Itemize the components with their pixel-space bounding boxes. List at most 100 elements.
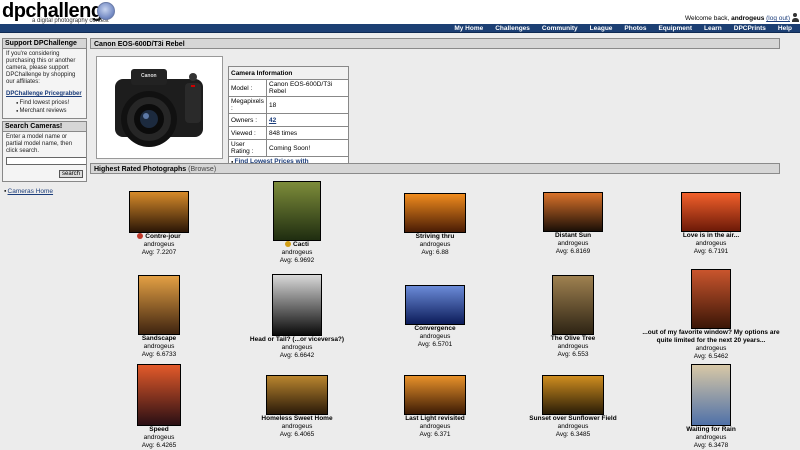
photo-tile: Distant Sun androgeus Avg: 6.8169	[504, 192, 642, 256]
photo-author: androgeus	[143, 434, 175, 441]
photo-avg-score: Avg: 6.3485	[555, 431, 591, 438]
nav-learn[interactable]: Learn	[704, 24, 722, 33]
camera-search-input[interactable]	[6, 157, 86, 166]
welcome-message: Welcome back, androgeus (log out)	[685, 15, 790, 22]
photo-thumbnail[interactable]	[404, 193, 466, 233]
photo-tile: Homeless Sweet Home androgeus Avg: 6.4065	[228, 375, 366, 439]
nav-help[interactable]: Help	[778, 24, 792, 33]
photo-thumbnail[interactable]	[681, 192, 741, 232]
photo-author: androgeus	[281, 344, 313, 351]
photo-title[interactable]: Convergence	[366, 325, 504, 333]
photo-title[interactable]: Last Light revisited	[366, 415, 504, 423]
photo-thumbnail[interactable]	[405, 285, 465, 325]
nav-dpcprints[interactable]: DPCPrints	[734, 24, 766, 33]
photo-title-text: Contre-jour	[145, 233, 181, 240]
logo-seal-icon	[97, 2, 115, 20]
nav-my-home[interactable]: My Home	[454, 24, 483, 33]
photo-thumbnail[interactable]	[404, 375, 466, 415]
info-row: Owners : 42	[228, 113, 349, 127]
info-value: Canon EOS-600D/T3i Rebel	[266, 79, 349, 97]
photo-title[interactable]: Speed	[90, 426, 228, 434]
photo-title-text: Cacti	[293, 241, 309, 248]
info-row: Viewed : 848 times	[228, 126, 349, 140]
photo-thumbnail[interactable]	[543, 192, 603, 232]
photo-title-text: Love is in the air...	[682, 232, 740, 239]
nav-league[interactable]: League	[590, 24, 613, 33]
photo-title-text: Speed	[149, 426, 169, 433]
photo-thumbnail[interactable]	[266, 375, 328, 415]
photo-title[interactable]: The Olive Tree	[504, 335, 642, 343]
gallery-title-bar: Highest Rated Photographs (Browse)	[90, 163, 780, 174]
photo-avg-score: Avg: 6.6642	[279, 352, 315, 359]
sidebar: Support DPChallenge If you're considerin…	[0, 38, 88, 450]
info-value: Coming Soon!	[266, 139, 349, 157]
photo-tile: The Olive Tree androgeus Avg: 6.553	[504, 275, 642, 359]
camera-info-header: Camera Information	[228, 66, 349, 80]
photo-title[interactable]: Contre-jour	[90, 233, 228, 241]
pricegrabber-link[interactable]: DPChallenge Pricegrabber	[6, 91, 83, 98]
photo-title[interactable]: Striving thru	[366, 233, 504, 241]
photo-author: androgeus	[281, 249, 313, 256]
photo-avg-score: Avg: 6.5462	[693, 353, 729, 360]
photo-title[interactable]: Head or Tail? (...or viceversa?)	[228, 336, 366, 344]
photo-thumbnail[interactable]	[691, 364, 731, 426]
photo-title-text: Homeless Sweet Home	[261, 415, 333, 422]
photo-author: androgeus	[695, 434, 727, 441]
photo-title[interactable]: Homeless Sweet Home	[228, 415, 366, 423]
welcome-prefix: Welcome back,	[684, 15, 730, 22]
camera-title-bar: Canon EOS-600D/T3i Rebel	[90, 38, 780, 49]
nav-community[interactable]: Community	[542, 24, 578, 33]
photo-avg-score: Avg: 6.7191	[693, 248, 729, 255]
nav-equipment[interactable]: Equipment	[658, 24, 692, 33]
photo-thumbnail[interactable]	[273, 181, 321, 241]
photo-thumbnail[interactable]	[137, 364, 181, 426]
info-value: 18	[266, 96, 349, 114]
photo-thumbnail[interactable]	[272, 274, 322, 336]
photo-author: androgeus	[695, 345, 727, 352]
info-label: User Rating :	[228, 139, 267, 157]
photo-tile: Cacti androgeus Avg: 6.9692	[228, 181, 366, 265]
site-header: dpchallenge a digital photography contes…	[0, 0, 800, 24]
nav-challenges[interactable]: Challenges	[495, 24, 530, 33]
photo-avg-score: Avg: 6.4065	[279, 431, 315, 438]
photo-thumbnail[interactable]	[129, 191, 189, 233]
photo-title-text: Head or Tail? (...or viceversa?)	[249, 336, 345, 343]
photo-title[interactable]: Waiting for Rain	[642, 426, 780, 434]
photo-title[interactable]: Sunset over Sunflower Field	[504, 415, 642, 423]
camera-image: Canon	[97, 57, 222, 158]
photo-thumbnail[interactable]	[691, 269, 731, 329]
search-title: Search Cameras!	[3, 122, 86, 133]
cameras-home-link[interactable]: Cameras Home	[8, 188, 54, 195]
nav-photos[interactable]: Photos	[624, 24, 646, 33]
photo-title[interactable]: Sandscape	[90, 335, 228, 343]
photo-title-text: The Olive Tree	[550, 335, 596, 342]
photo-tile: Last Light revisited androgeus Avg: 6.371	[366, 375, 504, 439]
logout-link[interactable]: (log out)	[766, 15, 790, 22]
photo-avg-score: Avg: 6.88	[421, 249, 449, 256]
photo-gallery: Contre-jour androgeus Avg: 7.2207 Cacti andr…	[90, 175, 780, 450]
info-label: Viewed :	[228, 126, 267, 140]
gallery-title: Highest Rated Photographs	[94, 166, 187, 173]
photo-tile: Waiting for Rain androgeus Avg: 6.3478	[642, 364, 780, 450]
info-label: Megapixels :	[228, 96, 267, 114]
photo-tile: Sandscape androgeus Avg: 6.6733	[90, 275, 228, 359]
photo-author: androgeus	[143, 241, 175, 248]
browse-link[interactable]: (Browse)	[188, 166, 216, 173]
owners-link[interactable]: 42	[269, 117, 276, 124]
search-button[interactable]: search	[58, 169, 83, 178]
photo-avg-score: Avg: 6.6733	[141, 351, 177, 358]
photo-title[interactable]: ...out of my favorite window? My options…	[642, 329, 780, 345]
photo-avg-score: Avg: 6.3478	[693, 442, 729, 449]
photo-title[interactable]: Distant Sun	[504, 232, 642, 240]
photo-title[interactable]: Love is in the air...	[642, 232, 780, 240]
photo-title[interactable]: Cacti	[228, 241, 366, 249]
search-box: Search Cameras! Enter a model name or pa…	[2, 121, 87, 182]
support-title: Support DPChallenge	[3, 39, 86, 49]
photo-thumbnail[interactable]	[542, 375, 604, 415]
photo-thumbnail[interactable]	[138, 275, 180, 335]
photo-tile: Love is in the air... androgeus Avg: 6.719…	[642, 192, 780, 256]
info-value: 848 times	[266, 126, 349, 140]
user-icon[interactable]	[791, 13, 799, 22]
photo-tile: Convergence androgeus Avg: 6.5701	[366, 285, 504, 349]
photo-thumbnail[interactable]	[552, 275, 594, 335]
